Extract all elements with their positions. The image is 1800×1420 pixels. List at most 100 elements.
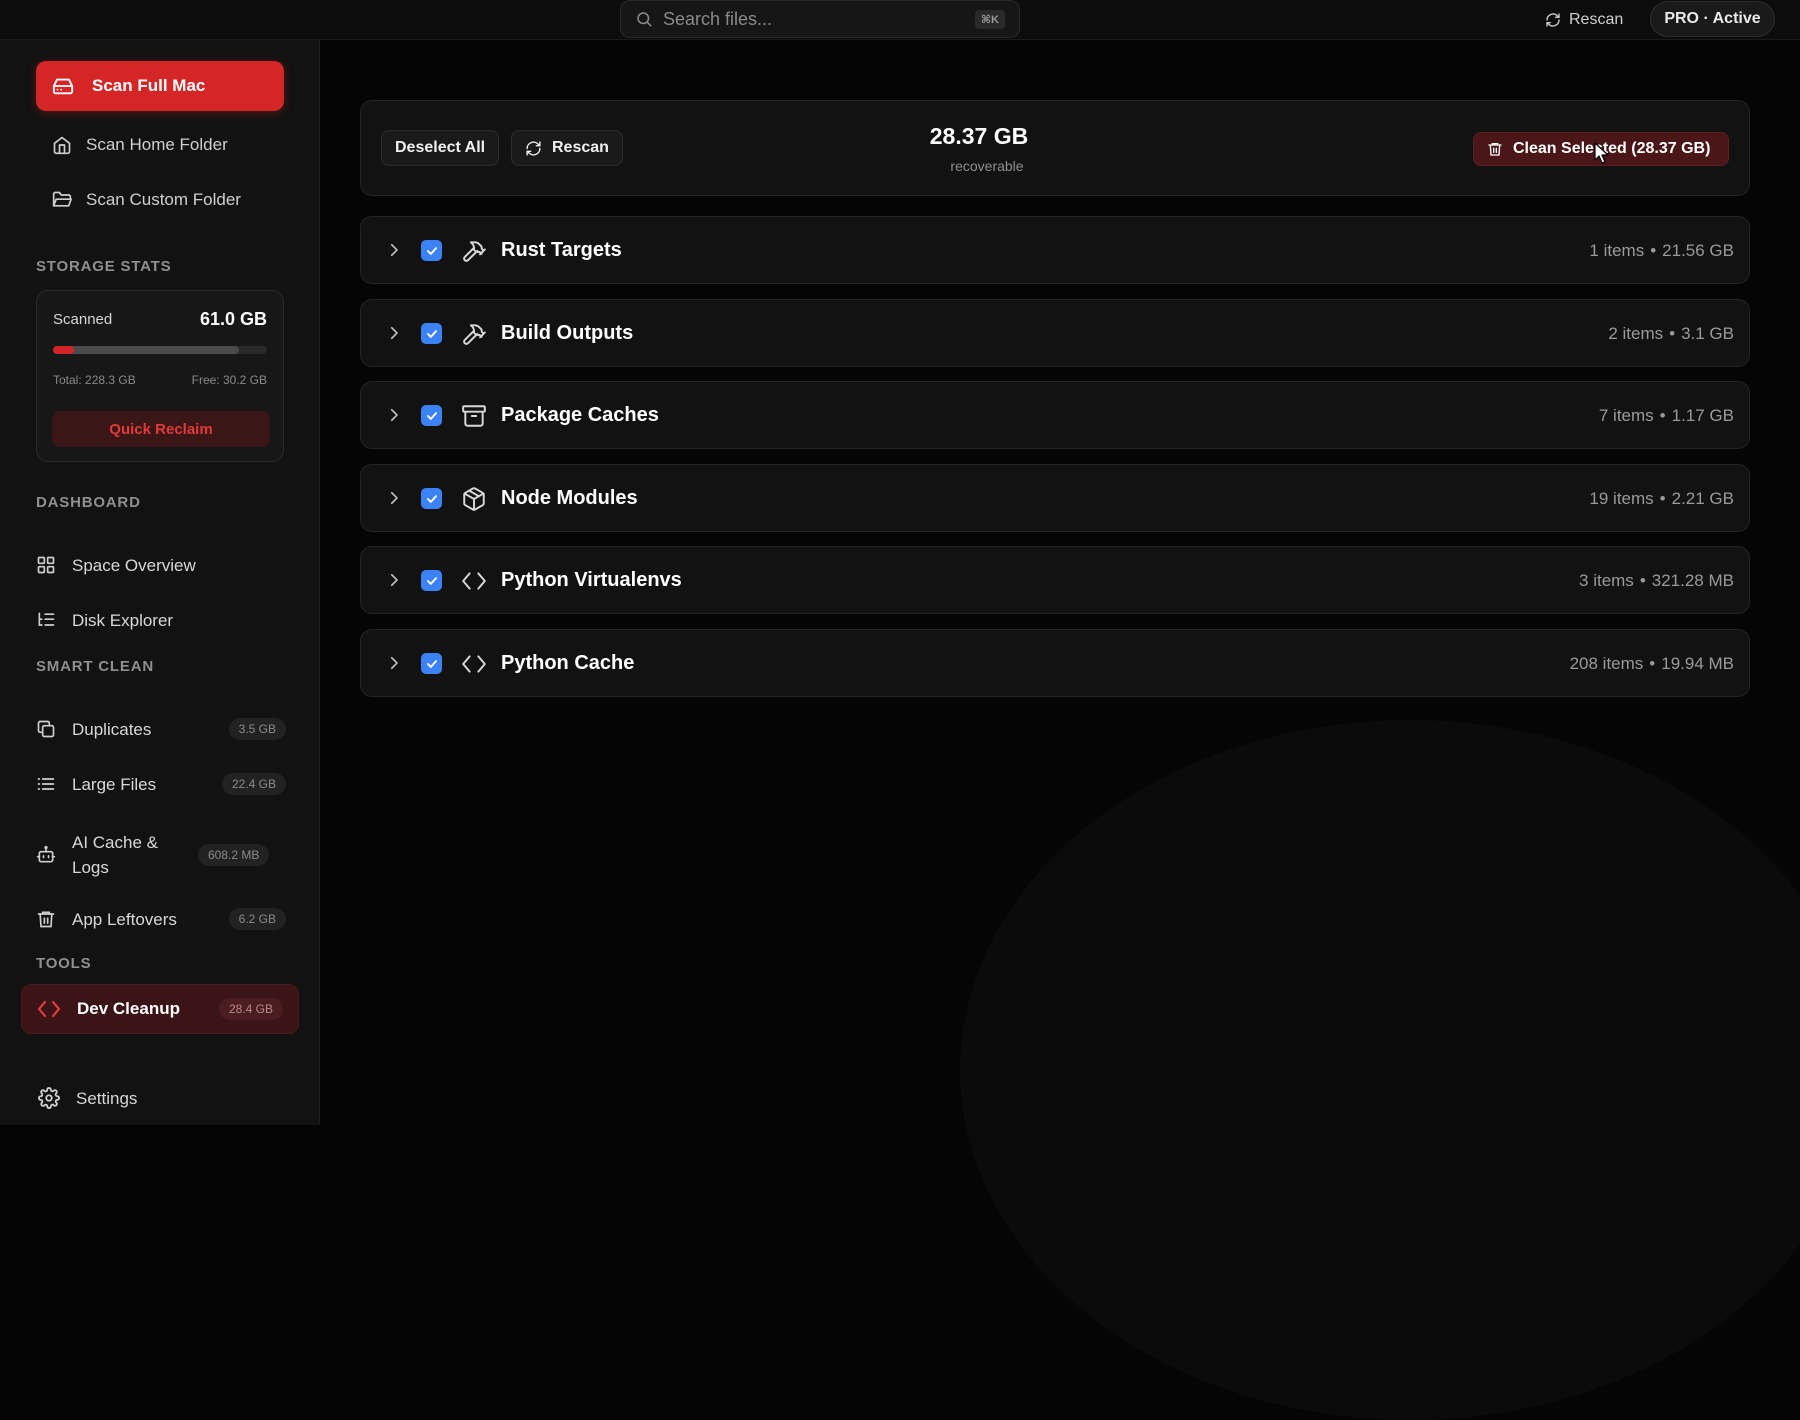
recoverable-label: recoverable bbox=[950, 158, 1024, 174]
sidebar-item-space-overview[interactable]: Space Overview bbox=[36, 545, 286, 585]
hammer-icon bbox=[461, 321, 487, 347]
category-row-python-cache[interactable]: Python Cache 208 items • 19.94 MB bbox=[360, 629, 1750, 697]
category-item-count: 1 items bbox=[1589, 241, 1645, 260]
search-icon bbox=[635, 10, 653, 28]
sidebar-item-label: Large Files bbox=[72, 774, 157, 794]
sidebar-item-duplicates[interactable]: Duplicates 3.5 GB bbox=[36, 709, 286, 749]
scanned-label: Scanned bbox=[53, 311, 113, 328]
top-rescan-button[interactable]: Rescan bbox=[1545, 8, 1623, 32]
storage-progress-bar bbox=[53, 346, 267, 354]
deselect-all-label: Deselect All bbox=[395, 139, 486, 156]
sidebar-item-label: Settings bbox=[76, 1088, 138, 1108]
storage-stats-card: Scanned 61.0 GB Total: 228.3 GB Free: 30… bbox=[36, 290, 284, 462]
sidebar-item-dev-cleanup[interactable]: Dev Cleanup 28.4 GB bbox=[21, 984, 299, 1034]
category-name: Package Caches bbox=[501, 404, 659, 426]
bot-icon bbox=[36, 845, 56, 865]
category-name: Rust Targets bbox=[501, 239, 622, 261]
sidebar: Scan Full Mac Scan Home Folder Scan Cust… bbox=[0, 40, 320, 1125]
scan-home-folder-button[interactable]: Scan Home Folder bbox=[52, 130, 228, 160]
category-size: 19.94 MB bbox=[1661, 654, 1734, 673]
category-meta: 208 items • 19.94 MB bbox=[1570, 654, 1734, 674]
sidebar-item-ai-cache-logs[interactable]: AI Cache & Logs 608.2 MB bbox=[36, 830, 286, 880]
size-badge: 22.4 GB bbox=[221, 773, 286, 795]
recoverable-total: 28.37 GB bbox=[929, 123, 1029, 149]
folder-open-icon bbox=[52, 190, 72, 210]
scan-custom-folder-button[interactable]: Scan Custom Folder bbox=[52, 185, 241, 215]
sidebar-item-label: Space Overview bbox=[72, 555, 196, 575]
size-badge: 608.2 MB bbox=[198, 844, 270, 866]
sidebar-item-label: Disk Explorer bbox=[72, 610, 174, 630]
search-bar[interactable]: Search files... ⌘K bbox=[620, 0, 1020, 38]
deselect-all-button[interactable]: Deselect All bbox=[381, 130, 500, 166]
category-item-count: 19 items bbox=[1589, 489, 1654, 508]
grid-icon bbox=[36, 555, 56, 575]
sidebar-item-large-files[interactable]: Large Files 22.4 GB bbox=[36, 764, 286, 804]
search-shortcut-hint: ⌘K bbox=[974, 9, 1005, 29]
sidebar-item-app-leftovers[interactable]: App Leftovers 6.2 GB bbox=[36, 899, 286, 939]
category-item-count: 208 items bbox=[1569, 654, 1644, 673]
category-row-node-modules[interactable]: Node Modules 19 items • 2.21 GB bbox=[360, 464, 1750, 532]
code-icon bbox=[461, 651, 487, 677]
chevron-right-icon[interactable] bbox=[385, 489, 403, 507]
search-input[interactable]: Search files... bbox=[663, 9, 965, 30]
quick-reclaim-button[interactable]: Quick Reclaim bbox=[52, 411, 270, 447]
rescan-label: Rescan bbox=[552, 139, 609, 156]
trash-icon bbox=[1487, 141, 1503, 157]
category-row-python-virtualenvs[interactable]: Python Virtualenvs 3 items • 321.28 MB bbox=[360, 546, 1750, 614]
category-size: 2.21 GB bbox=[1671, 489, 1734, 508]
summary-toolbar: Deselect All Rescan 28.37 GB recoverable… bbox=[360, 100, 1750, 196]
tools-heading: TOOLS bbox=[36, 955, 92, 972]
list-icon bbox=[36, 774, 56, 794]
meta-separator: • bbox=[1650, 241, 1657, 260]
scan-home-folder-label: Scan Home Folder bbox=[86, 135, 228, 154]
refresh-icon bbox=[1545, 12, 1561, 28]
dashboard-heading: DASHBOARD bbox=[36, 494, 141, 511]
storage-used-fill bbox=[53, 346, 239, 354]
sidebar-item-label: Dev Cleanup bbox=[77, 999, 180, 1018]
sidebar-item-settings[interactable]: Settings bbox=[38, 1078, 288, 1118]
category-name: Python Cache bbox=[501, 652, 635, 674]
mouse-cursor-icon bbox=[1594, 142, 1610, 166]
category-row-package-caches[interactable]: Package Caches 7 items • 1.17 GB bbox=[360, 381, 1750, 449]
top-bar: Search files... ⌘K Rescan PRO · Active bbox=[0, 0, 1800, 40]
scan-full-mac-button[interactable]: Scan Full Mac bbox=[36, 61, 284, 111]
meta-separator: • bbox=[1659, 406, 1666, 425]
storage-scanned-fill bbox=[53, 346, 75, 354]
chevron-right-icon[interactable] bbox=[385, 654, 403, 672]
category-meta: 3 items • 321.28 MB bbox=[1579, 571, 1734, 591]
copy-icon bbox=[36, 719, 56, 739]
category-row-build-outputs[interactable]: Build Outputs 2 items • 3.1 GB bbox=[360, 299, 1750, 367]
smart-clean-heading: SMART CLEAN bbox=[36, 658, 154, 675]
scan-custom-folder-label: Scan Custom Folder bbox=[86, 190, 241, 209]
chevron-right-icon[interactable] bbox=[385, 406, 403, 424]
top-rescan-label: Rescan bbox=[1569, 11, 1624, 28]
sidebar-item-disk-explorer[interactable]: Disk Explorer bbox=[36, 600, 286, 640]
category-checkbox[interactable] bbox=[421, 323, 442, 344]
category-checkbox[interactable] bbox=[421, 488, 442, 509]
category-checkbox[interactable] bbox=[421, 405, 442, 426]
category-size: 3.1 GB bbox=[1681, 324, 1734, 343]
category-checkbox[interactable] bbox=[421, 653, 442, 674]
meta-separator: • bbox=[1659, 489, 1666, 508]
tree-list-icon bbox=[36, 610, 56, 630]
meta-separator: • bbox=[1639, 571, 1646, 590]
category-row-rust-targets[interactable]: Rust Targets 1 items • 21.56 GB bbox=[360, 216, 1750, 284]
category-size: 1.17 GB bbox=[1671, 406, 1734, 425]
category-item-count: 3 items bbox=[1579, 571, 1634, 590]
package-icon bbox=[461, 486, 487, 512]
category-checkbox[interactable] bbox=[421, 570, 442, 591]
background-glow bbox=[960, 720, 1800, 1420]
category-checkbox[interactable] bbox=[421, 240, 442, 261]
category-size: 321.28 MB bbox=[1651, 571, 1734, 590]
chevron-right-icon[interactable] bbox=[385, 571, 403, 589]
chevron-right-icon[interactable] bbox=[385, 324, 403, 342]
hard-drive-icon bbox=[52, 75, 74, 97]
size-badge: 6.2 GB bbox=[228, 908, 286, 930]
category-size: 21.56 GB bbox=[1662, 241, 1734, 260]
pro-status-badge[interactable]: PRO · Active bbox=[1650, 1, 1775, 37]
refresh-icon bbox=[525, 140, 542, 157]
category-name: Python Virtualenvs bbox=[501, 569, 682, 591]
rescan-button[interactable]: Rescan bbox=[511, 130, 623, 166]
category-name: Build Outputs bbox=[501, 322, 634, 344]
chevron-right-icon[interactable] bbox=[385, 241, 403, 259]
